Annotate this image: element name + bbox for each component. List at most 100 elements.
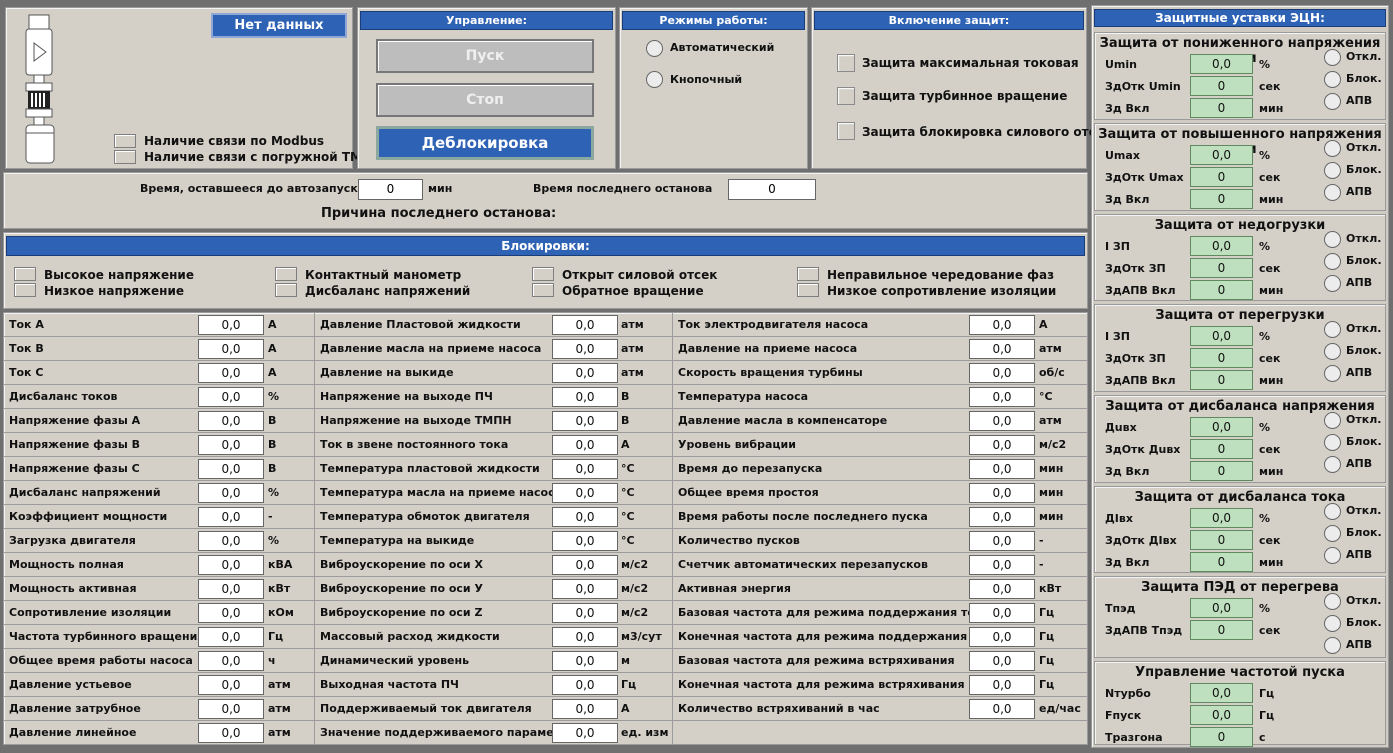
param-label: Общее время работы насоса: [9, 654, 193, 667]
param-label: Давление на приеме насоса: [678, 342, 858, 355]
setting-apv-radio[interactable]: [1324, 547, 1341, 564]
setting-value[interactable]: 0,0: [1190, 683, 1253, 703]
setting-value[interactable]: 0: [1190, 98, 1253, 118]
setting-block-radio[interactable]: [1324, 253, 1341, 270]
block-insulation-indicator: [797, 283, 819, 297]
table-row: Конечная частота для режима поддержания …: [673, 625, 1087, 649]
setting-off-radio[interactable]: [1324, 140, 1341, 157]
table-row: Сопротивление изоляции 0,0 кОм: [4, 601, 314, 625]
param-label: Ток А: [9, 318, 44, 331]
setting-off-radio[interactable]: [1324, 593, 1341, 610]
settings-subpanel: Защита от пониженного напряжения сетиUmi…: [1094, 32, 1386, 120]
setting-label: I ЗП: [1105, 330, 1130, 343]
table-row: Выходная частота ПЧ 0,0 Гц: [315, 673, 672, 697]
param-value: 0,0: [969, 651, 1035, 671]
setting-block-radio[interactable]: [1324, 71, 1341, 88]
param-value: 0,0: [552, 459, 618, 479]
setting-value[interactable]: 0: [1190, 370, 1253, 390]
block-compartment-open-label: Открыт силовой отсек: [562, 268, 718, 282]
setting-unit: мин: [1259, 193, 1284, 206]
setting-value[interactable]: 0: [1190, 280, 1253, 300]
setting-apv-radio[interactable]: [1324, 456, 1341, 473]
auto-mode-radio[interactable]: [646, 40, 663, 57]
modbus-label: Наличие связи по Modbus: [144, 134, 325, 148]
table-row: Напряжение на выходе ТМПН 0,0 В: [315, 409, 672, 433]
setting-value[interactable]: 0: [1190, 439, 1253, 459]
setting-off-radio[interactable]: [1324, 503, 1341, 520]
start-button[interactable]: Пуск: [376, 39, 594, 73]
setting-value[interactable]: 0,0: [1190, 236, 1253, 256]
setting-apv-radio[interactable]: [1324, 637, 1341, 654]
param-unit: м/с2: [621, 582, 649, 595]
setting-value[interactable]: 0,0: [1190, 417, 1253, 437]
setting-value[interactable]: 0,0: [1190, 145, 1253, 165]
setting-value[interactable]: 0: [1190, 552, 1253, 572]
setting-value[interactable]: 0: [1190, 189, 1253, 209]
autostart-value: 0: [358, 179, 423, 200]
param-value: 0,0: [552, 339, 618, 359]
setting-value[interactable]: 0: [1190, 258, 1253, 278]
param-value: 0,0: [198, 315, 264, 335]
setting-apv-radio[interactable]: [1324, 365, 1341, 382]
status-button[interactable]: Нет данных: [211, 13, 347, 38]
block-low-voltage-indicator: [14, 283, 36, 297]
setting-block-label: Блок.: [1346, 344, 1382, 357]
param-label: Ток В: [9, 342, 44, 355]
setting-block-radio[interactable]: [1324, 525, 1341, 542]
table-row: Количество пусков 0,0-: [673, 529, 1087, 553]
manual-mode-radio[interactable]: [646, 71, 663, 88]
protection-turbine-checkbox[interactable]: [837, 87, 855, 105]
setting-value[interactable]: 0: [1190, 530, 1253, 550]
setting-value[interactable]: 0,0: [1190, 54, 1253, 74]
param-unit: атм: [1039, 342, 1062, 355]
setting-value[interactable]: 0: [1190, 76, 1253, 96]
setting-value[interactable]: 0: [1190, 727, 1253, 747]
setting-block-radio[interactable]: [1324, 343, 1341, 360]
param-value: 0,0: [552, 315, 618, 335]
stop-button[interactable]: Стоп: [376, 83, 594, 117]
block-low-voltage-label: Низкое напряжение: [44, 284, 185, 298]
table-row: Ток В 0,0 А: [4, 337, 314, 361]
unblock-button[interactable]: Деблокировка: [376, 126, 594, 160]
setting-value[interactable]: 0,0: [1190, 508, 1253, 528]
setting-off-radio[interactable]: [1324, 49, 1341, 66]
setting-value[interactable]: 0,0: [1190, 705, 1253, 725]
setting-off-radio[interactable]: [1324, 231, 1341, 248]
params-col3: Ток электродвигателя насоса 0,0 А Давление …: [673, 313, 1087, 744]
table-row: Виброускорение по оси Z 0,0 м/с2: [315, 601, 672, 625]
setting-value[interactable]: 0,0: [1190, 326, 1253, 346]
tm-label: Наличие связи с погружной ТМ: [144, 150, 362, 164]
param-value: 0,0: [552, 411, 618, 431]
table-row: Напряжение на выходе ПЧ 0,0 В: [315, 385, 672, 409]
table-row: Давление затрубное 0,0 атм: [4, 697, 314, 721]
table-row: Общее время простоя 0,0 мин: [673, 481, 1087, 505]
setting-value[interactable]: 0: [1190, 348, 1253, 368]
param-unit: -: [1039, 534, 1044, 547]
setting-unit: мин: [1259, 465, 1284, 478]
setting-value[interactable]: 0,0: [1190, 598, 1253, 618]
setting-block-radio[interactable]: [1324, 162, 1341, 179]
setting-off-label: Откл.: [1346, 322, 1382, 335]
param-label: Давление затрубное: [9, 702, 141, 715]
param-value: 0,0: [198, 507, 264, 527]
param-value: 0,0: [198, 723, 264, 743]
setting-block-radio[interactable]: [1324, 434, 1341, 451]
setting-apv-radio[interactable]: [1324, 93, 1341, 110]
setting-value[interactable]: 0: [1190, 167, 1253, 187]
setting-apv-radio[interactable]: [1324, 184, 1341, 201]
setting-value[interactable]: 0: [1190, 620, 1253, 640]
table-row: Частота турбинного вращения 0,0 Гц: [4, 625, 314, 649]
setting-apv-radio[interactable]: [1324, 275, 1341, 292]
protection-power-compartment-checkbox[interactable]: [837, 122, 855, 140]
param-value: 0,0: [969, 555, 1035, 575]
setting-block-radio[interactable]: [1324, 615, 1341, 632]
setting-off-radio[interactable]: [1324, 321, 1341, 338]
protection-overcurrent-checkbox[interactable]: [837, 54, 855, 72]
param-label: Общее время простоя: [678, 486, 819, 499]
param-unit: -: [268, 510, 273, 523]
setting-off-radio[interactable]: [1324, 412, 1341, 429]
param-label: Коэффициент мощности: [9, 510, 168, 523]
setting-apv-label: АПВ: [1346, 94, 1373, 107]
setting-unit: сек: [1259, 352, 1281, 365]
setting-value[interactable]: 0: [1190, 461, 1253, 481]
